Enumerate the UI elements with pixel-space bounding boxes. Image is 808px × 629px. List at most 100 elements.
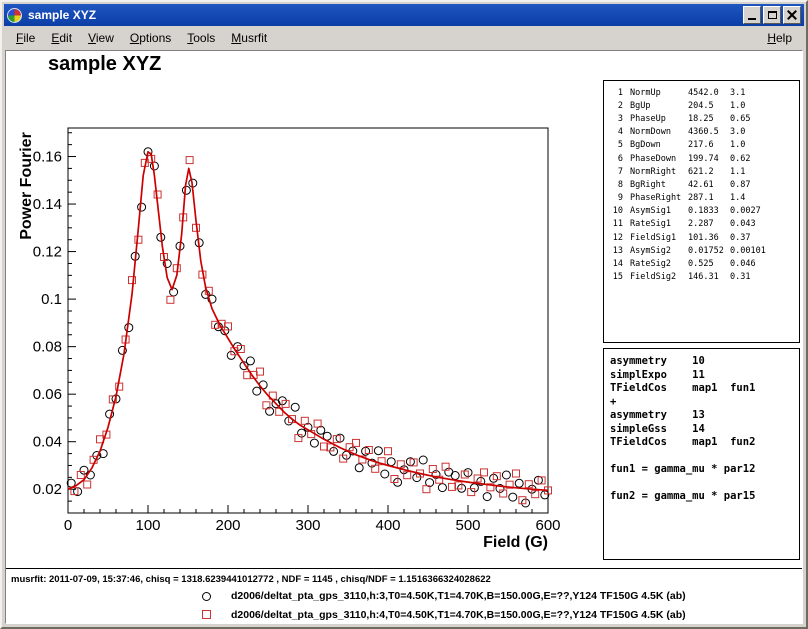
param-name: AsymSig2 <box>630 246 688 256</box>
parameter-box: 1NormUp4542.03.12BgUp204.51.03PhaseUp18.… <box>603 80 800 343</box>
x-tick-label: 600 <box>535 517 560 534</box>
plot-frame <box>68 128 548 513</box>
data-point-circle <box>182 186 190 194</box>
app-window: sample XYZ FileEditViewOptionsToolsMusrf… <box>0 0 808 629</box>
param-error: 1.0 <box>730 101 799 111</box>
param-name: PhaseUp <box>630 114 688 124</box>
data-point-circle <box>502 471 510 479</box>
window-title: sample XYZ <box>28 8 741 22</box>
param-error: 0.00101 <box>730 246 799 256</box>
plot-title: sample XYZ <box>48 53 161 76</box>
param-no: 14 <box>610 259 623 269</box>
param-value: 287.1 <box>688 193 730 203</box>
param-no: 3 <box>610 114 623 124</box>
param-error: 3.1 <box>730 88 799 98</box>
param-name: BgDown <box>630 140 688 150</box>
close-icon <box>787 10 797 20</box>
param-error: 0.37 <box>730 233 799 243</box>
param-row: 7NormRight621.21.1 <box>610 165 799 178</box>
y-tick-label: 0.06 <box>33 386 62 403</box>
param-no: 8 <box>610 180 623 190</box>
param-row: 12FieldSig1101.360.37 <box>610 231 799 244</box>
param-name: NormRight <box>630 167 688 177</box>
param-row: 8BgRight42.610.87 <box>610 178 799 191</box>
data-point-square <box>385 448 392 455</box>
param-no: 1 <box>610 88 623 98</box>
legend-label: d2006/deltat_pta_gps_3110,h:4,T0=4.50K,T… <box>231 609 686 621</box>
x-axis-title: Field (G) <box>483 534 548 551</box>
square-marker-icon <box>202 610 211 619</box>
y-tick-label: 0.1 <box>41 291 62 308</box>
param-row: 6PhaseDown199.740.62 <box>610 152 799 165</box>
param-row: 11RateSig12.2870.043 <box>610 218 799 231</box>
param-value: 204.5 <box>688 101 730 111</box>
close-button[interactable] <box>783 6 801 24</box>
maximize-button[interactable] <box>763 6 781 24</box>
menu-edit[interactable]: Edit <box>43 28 80 48</box>
param-no: 6 <box>610 154 623 164</box>
circle-marker-icon <box>202 592 211 601</box>
y-tick-label: 0.16 <box>33 149 62 166</box>
data-point-circle <box>515 479 523 487</box>
menu-view[interactable]: View <box>80 28 122 48</box>
param-row: 1NormUp4542.03.1 <box>610 86 799 99</box>
titlebar[interactable]: sample XYZ <box>4 4 804 26</box>
minimize-button[interactable] <box>743 6 761 24</box>
data-point-circle <box>509 493 517 501</box>
menu-options[interactable]: Options <box>122 28 179 48</box>
param-error: 0.31 <box>730 272 799 282</box>
param-value: 0.525 <box>688 259 730 269</box>
param-error: 1.4 <box>730 193 799 203</box>
y-tick-label: 0.12 <box>33 244 62 261</box>
menu-file[interactable]: File <box>8 28 43 48</box>
y-tick-label: 0.02 <box>33 481 62 498</box>
data-point-circle <box>259 381 267 389</box>
param-error: 1.1 <box>730 167 799 177</box>
data-point-square <box>372 465 379 472</box>
data-point-circle <box>451 472 459 480</box>
param-name: NormDown <box>630 127 688 137</box>
data-point-circle <box>355 464 363 472</box>
param-value: 101.36 <box>688 233 730 243</box>
param-value: 0.1833 <box>688 206 730 216</box>
param-name: BgRight <box>630 180 688 190</box>
data-point-circle <box>138 203 146 211</box>
plot-generated: 01002003004005006000.020.040.060.080.10.… <box>33 128 561 534</box>
data-point-circle <box>125 324 133 332</box>
data-point-circle <box>253 387 261 395</box>
param-no: 12 <box>610 233 623 243</box>
menu-help[interactable]: Help <box>759 28 800 48</box>
param-row: 14RateSig20.5250.046 <box>610 257 799 270</box>
data-point-circle <box>310 439 318 447</box>
minimize-icon <box>748 18 756 20</box>
menu-musrfit[interactable]: Musrfit <box>223 28 275 48</box>
legend-entry: d2006/deltat_pta_gps_3110,h:3,T0=4.50K,T… <box>202 590 686 602</box>
menu-tools[interactable]: Tools <box>179 28 223 48</box>
param-value: 4360.5 <box>688 127 730 137</box>
param-value: 199.74 <box>688 154 730 164</box>
data-point-circle <box>387 458 395 466</box>
param-name: PhaseRight <box>630 193 688 203</box>
param-row: 10AsymSig10.18330.0027 <box>610 205 799 218</box>
plot-svg[interactable]: 01002003004005006000.020.040.060.080.10.… <box>6 51 601 568</box>
info-pad: musrfit: 2011-07-09, 15:37:46, chisq = 1… <box>6 568 802 623</box>
y-tick-label: 0.14 <box>33 196 62 213</box>
y-tick-label: 0.04 <box>33 434 62 451</box>
param-error: 1.0 <box>730 140 799 150</box>
menubar-items: FileEditViewOptionsToolsMusrfit <box>8 28 275 48</box>
param-row: 4 NormDown4360.53.0 <box>610 126 799 139</box>
param-value: 18.25 <box>688 114 730 124</box>
data-point-square <box>340 455 347 462</box>
param-no: 5 <box>610 140 623 150</box>
x-tick-label: 500 <box>455 517 480 534</box>
canvas-area: 01002003004005006000.020.040.060.080.10.… <box>5 50 803 624</box>
param-value: 621.2 <box>688 167 730 177</box>
param-no: 4 <box>610 127 623 137</box>
param-error: 3.0 <box>730 127 799 137</box>
data-point-circle <box>438 484 446 492</box>
param-name: BgUp <box>630 101 688 111</box>
param-no: 10 <box>610 206 623 216</box>
menubar: FileEditViewOptionsToolsMusrfit Help <box>4 26 804 50</box>
param-error: 0.62 <box>730 154 799 164</box>
menubar-right: Help <box>759 28 800 48</box>
